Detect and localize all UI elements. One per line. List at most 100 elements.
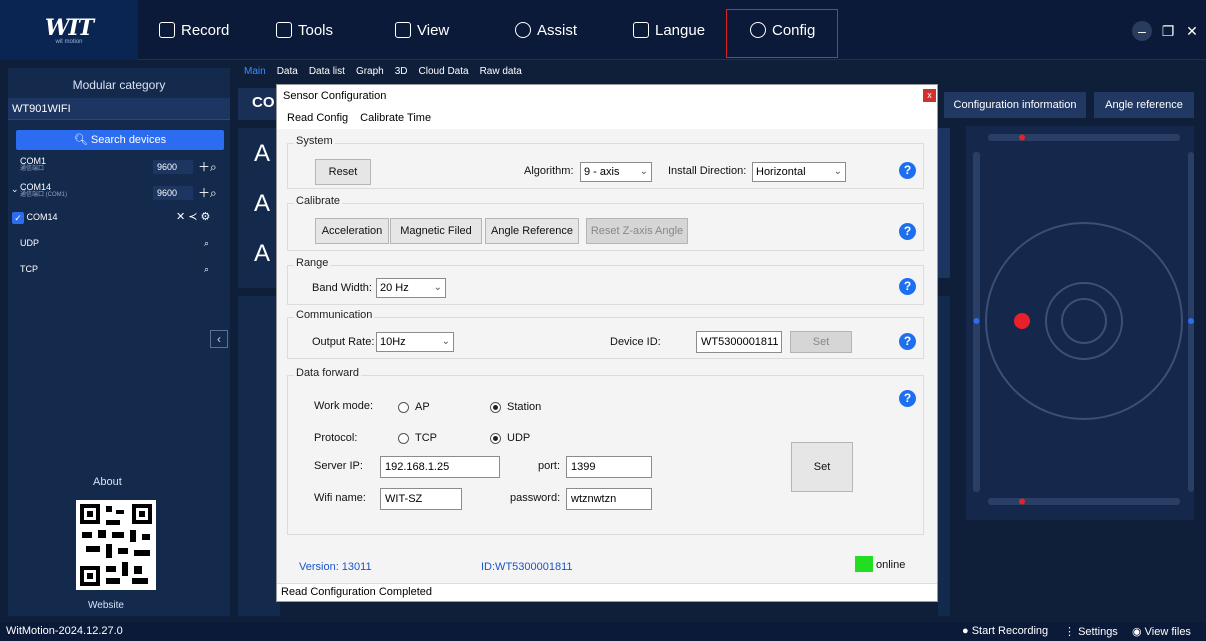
restore-button[interactable]: ❐ (1158, 21, 1178, 41)
data-forward-title: Data forward (294, 367, 361, 379)
port-item-udp[interactable]: UDP ⌕ (8, 234, 230, 256)
band-width-select[interactable]: 20 Hz ⌄ (376, 278, 446, 298)
footer-bar: WitMotion-2024.12.27.0 ● Start Recording… (0, 622, 1206, 641)
calibrate-title: Calibrate (294, 195, 343, 207)
wifi-name-input[interactable]: WIT-SZ (380, 488, 462, 510)
tab-cloud-data[interactable]: Cloud Data (419, 66, 469, 82)
add-search-icon[interactable]: ＋⌕ (198, 184, 217, 201)
server-ip-input[interactable]: 192.168.1.25 (380, 456, 500, 478)
acceleration-button[interactable]: Acceleration (315, 218, 389, 244)
menu-calibrate-time[interactable]: Calibrate Time (360, 112, 431, 124)
radio-ap[interactable]: AP (398, 401, 430, 413)
menu-config-label: Config (772, 21, 816, 39)
baud-select[interactable]: 9600 (153, 160, 193, 174)
radio-station[interactable]: Station (490, 401, 541, 413)
dialog-close-button[interactable]: x (923, 89, 936, 102)
magnetic-filed-button[interactable]: Magnetic Filed (390, 218, 482, 244)
record-icon (159, 22, 175, 38)
port-item-com14-device[interactable]: ✓ COM14 ✕ ≺ ⚙ (8, 208, 230, 230)
close-button[interactable]: ✕ (1182, 21, 1202, 41)
search-icon[interactable]: ⌕ (204, 234, 209, 252)
data-forward-group: Data forward Work mode: AP Station Proto… (287, 367, 924, 535)
gear-icon (750, 22, 766, 38)
port-item-com1[interactable]: COM1 通信端口 9600 ＋⌕ (8, 156, 230, 178)
tab-data[interactable]: Data (277, 66, 298, 82)
radio-station-circle[interactable] (490, 401, 501, 413)
tab-main[interactable]: Main (244, 66, 266, 82)
radio-udp[interactable]: UDP (490, 432, 530, 444)
help-icon[interactable]: ? (899, 162, 916, 179)
checkbox-checked-icon[interactable]: ✓ (12, 211, 24, 224)
tab-3d[interactable]: 3D (395, 66, 408, 82)
password-input[interactable]: wtznwtzn (566, 488, 652, 510)
collapse-sidebar-icon[interactable]: ‹ (210, 330, 228, 348)
angle-letter-1: A (254, 140, 271, 167)
tab-raw-data[interactable]: Raw data (480, 66, 522, 82)
online-status-indicator (855, 556, 873, 572)
install-direction-select[interactable]: Horizontal ⌄ (752, 162, 846, 182)
device-id-input[interactable]: WT5300001811 (696, 331, 782, 353)
menu-tools-label: Tools (298, 21, 334, 39)
chevron-down-icon[interactable]: ⌄ (11, 184, 19, 195)
radio-udp-circle[interactable] (490, 432, 501, 444)
help-icon[interactable]: ? (899, 223, 916, 240)
angle-reference-calibrate-button[interactable]: Angle Reference (485, 218, 579, 244)
install-direction-value: Horizontal (756, 166, 806, 178)
menu-config[interactable]: Config (750, 0, 815, 60)
record-dot-icon: ● (962, 625, 969, 637)
menu-langue-label: Langue (655, 21, 706, 39)
baud-select[interactable]: 9600 (153, 186, 193, 200)
menu-view[interactable]: View (395, 0, 449, 60)
radio-tcp[interactable]: TCP (398, 432, 437, 444)
device-id-set-button[interactable]: Set (790, 331, 852, 353)
add-search-icon[interactable]: ＋⌕ (198, 158, 217, 175)
dialog-menu: Read Config Calibrate Time (277, 107, 937, 129)
server-ip-label: Server IP: (314, 460, 363, 472)
port-input[interactable]: 1399 (566, 456, 652, 478)
angle-reference-button[interactable]: Angle reference (1094, 92, 1194, 118)
output-rate-select[interactable]: 10Hz ⌄ (376, 332, 454, 352)
band-width-label: Band Width: (312, 282, 372, 294)
forward-set-button[interactable]: Set (791, 442, 853, 492)
port-item-com14[interactable]: ⌄ COM14 通信端口 (COM1) 9600 ＋⌕ (8, 182, 230, 204)
tab-data-list[interactable]: Data list (309, 66, 345, 82)
start-recording-button[interactable]: ● Start Recording (962, 625, 1048, 637)
port-item-tcp[interactable]: TCP ⌕ (8, 260, 230, 282)
algorithm-select[interactable]: 9 - axis ⌄ (580, 162, 652, 182)
search-devices-button[interactable]: 🔍︎ Search devices (16, 130, 224, 150)
settings-button[interactable]: ⋮ Settings (1064, 625, 1118, 638)
view-icon (395, 22, 411, 38)
communication-title: Communication (294, 309, 375, 321)
eye-icon: ◉ (1132, 626, 1142, 638)
menu-tools[interactable]: Tools (276, 0, 333, 60)
menu-read-config[interactable]: Read Config (287, 112, 348, 124)
menu-record[interactable]: Record (159, 0, 229, 60)
configuration-information-button[interactable]: Configuration information (944, 92, 1086, 118)
search-icon: 🔍︎ (73, 134, 91, 146)
radio-ap-label: AP (415, 401, 430, 413)
menu-assist[interactable]: Assist (515, 0, 577, 60)
reset-button[interactable]: Reset (315, 159, 371, 185)
port-label: port: (538, 460, 561, 472)
search-icon[interactable]: ⌕ (204, 260, 209, 278)
help-icon[interactable]: ? (899, 390, 916, 407)
website-link[interactable]: Website (88, 600, 124, 611)
tab-graph[interactable]: Graph (356, 66, 384, 82)
device-actions-icon[interactable]: ✕ ≺ ⚙ (176, 208, 210, 226)
port-name: COM14 (20, 182, 52, 192)
module-select[interactable]: WT901WIFI (8, 98, 230, 120)
dialog-title: Sensor Configuration (277, 85, 937, 107)
reset-z-axis-angle-button[interactable]: Reset Z-axis Angle (586, 218, 688, 244)
tools-icon (276, 22, 292, 38)
menu-langue[interactable]: Langue (633, 0, 705, 60)
radio-tcp-circle[interactable] (398, 432, 409, 444)
radio-station-label: Station (507, 401, 542, 413)
radio-ap-circle[interactable] (398, 401, 409, 413)
help-icon[interactable]: ? (899, 333, 916, 350)
device-id-label: Device ID: (610, 336, 661, 348)
main-tabs: Main Data Data list Graph 3D Cloud Data … (244, 66, 522, 82)
view-files-button[interactable]: ◉ View files (1132, 625, 1191, 638)
help-icon[interactable]: ? (899, 278, 916, 295)
minimize-button[interactable]: – (1132, 21, 1152, 41)
qr-code-image (76, 500, 156, 590)
